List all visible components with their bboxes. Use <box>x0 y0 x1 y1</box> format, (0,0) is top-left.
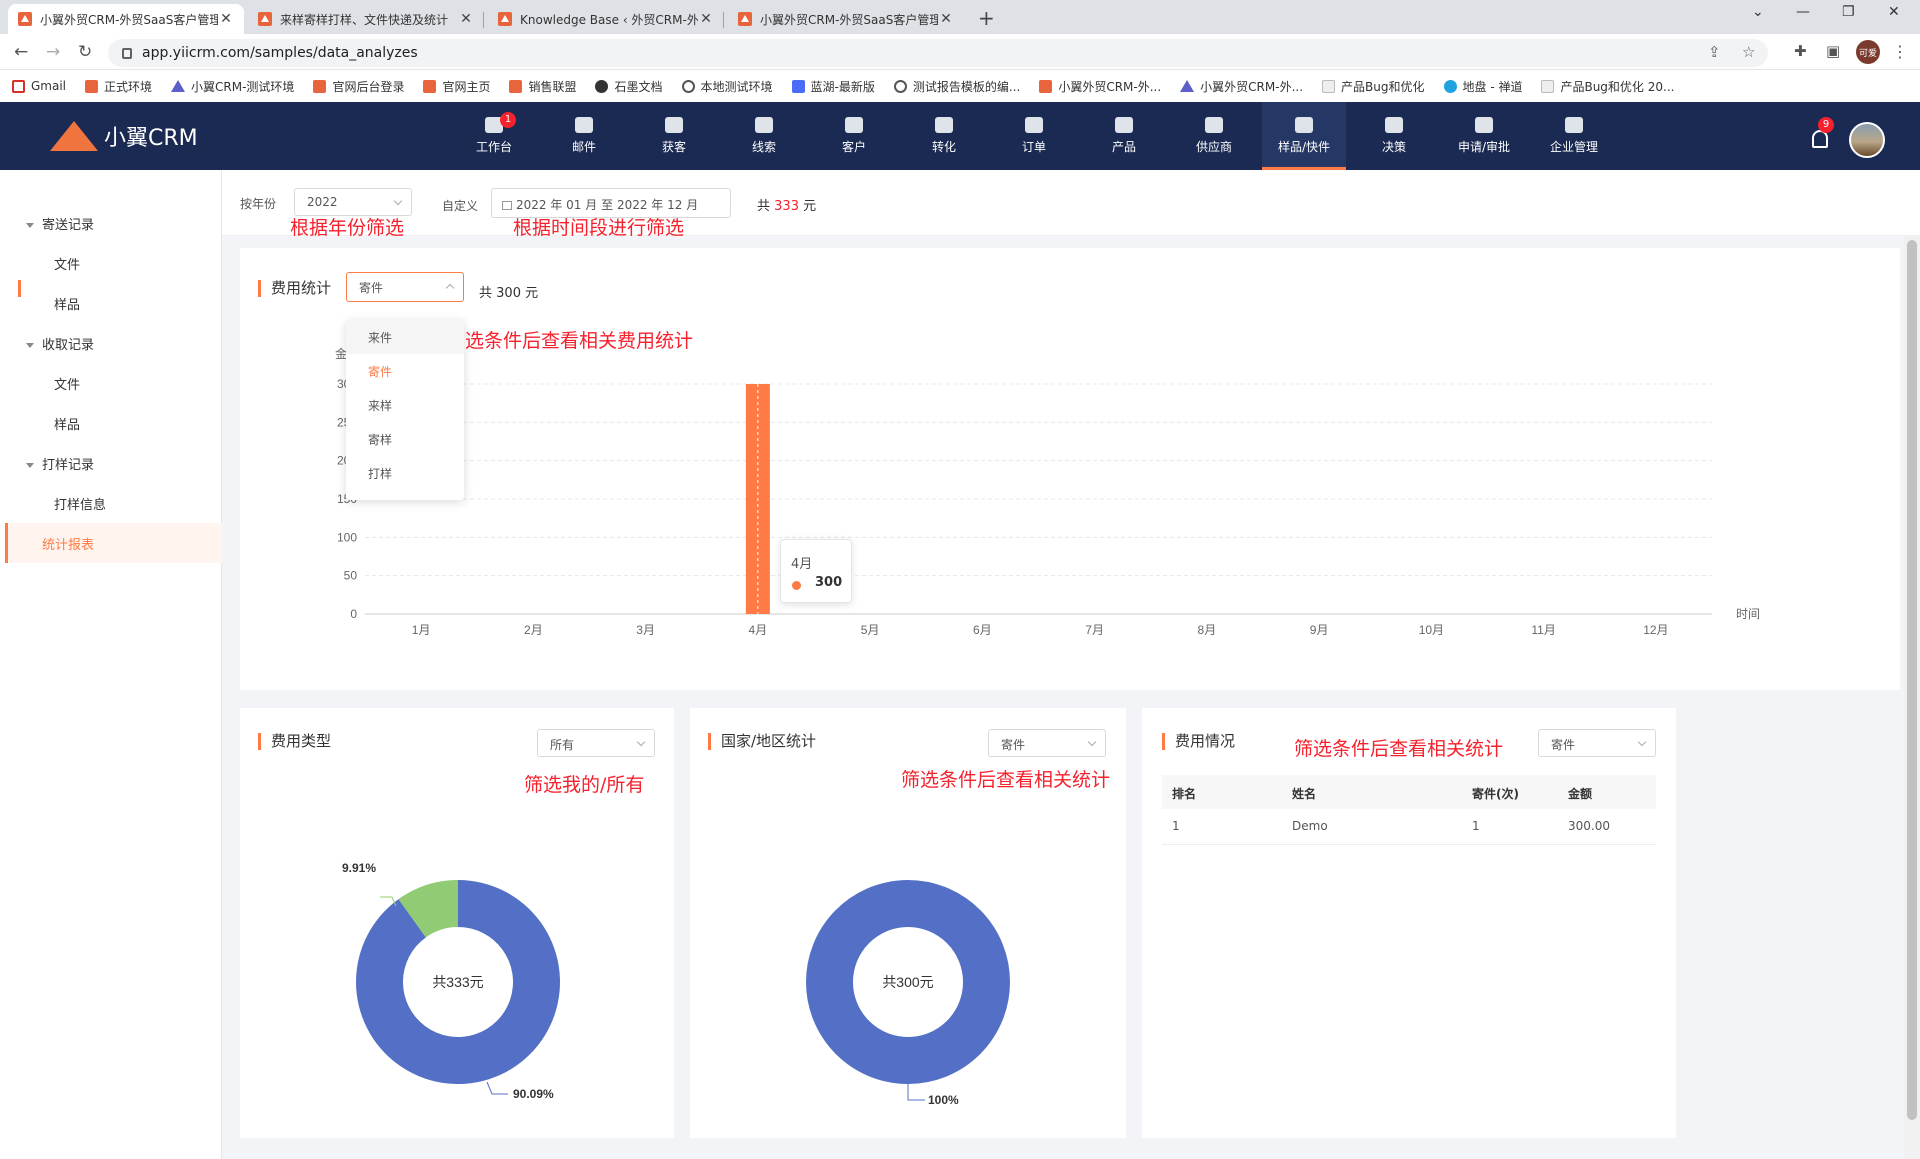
y-tick-label: 50 <box>344 569 358 583</box>
donut-center-label: 共333元 <box>432 974 483 990</box>
x-tick-label: 8月 <box>1198 623 1217 637</box>
dropdown-option[interactable]: 来件 <box>346 320 464 354</box>
table-row[interactable]: 1 Demo 1 300.00 <box>1162 809 1656 845</box>
scrollbar-thumb[interactable] <box>1907 240 1917 1120</box>
chevron-down-icon <box>1637 737 1647 747</box>
dropdown-option[interactable]: 寄样 <box>346 422 464 456</box>
x-tick-label: 1月 <box>412 623 431 637</box>
cost-type-dropdown: 来件 寄件 来样 寄样 打样 <box>346 320 464 500</box>
table-cell: 1 <box>1172 819 1180 833</box>
x-tick-label: 10月 <box>1419 623 1444 637</box>
column-header: 姓名 <box>1292 787 1317 801</box>
donut-center-label: 共300元 <box>882 974 933 990</box>
x-tick-label: 11月 <box>1531 623 1555 637</box>
y-tick-label: 0 <box>350 607 357 621</box>
chart-tooltip: 4月 300 <box>780 539 852 603</box>
country-donut: 共300元 100% <box>806 880 1010 1107</box>
cost-detail-table: 排名 姓名 寄件(次) 金额 1 Demo 1 300.00 <box>1162 775 1656 845</box>
table-header: 排名 姓名 寄件(次) 金额 <box>1162 775 1656 809</box>
column-header: 排名 <box>1172 787 1197 801</box>
column-header: 金额 <box>1568 787 1593 801</box>
x-axis-label: 时间 <box>1736 607 1760 621</box>
cost-detail-title: 费用情况 <box>1162 733 1235 750</box>
label-leader-line <box>486 1081 508 1095</box>
y-tick-label: 100 <box>337 530 357 544</box>
dropdown-option[interactable]: 寄件 <box>346 354 464 388</box>
cost-detail-card <box>1142 708 1676 1138</box>
page-scrollbar[interactable] <box>1904 236 1920 1159</box>
x-tick-label: 5月 <box>861 623 880 637</box>
table-cell: Demo <box>1292 819 1328 833</box>
series-dot-icon <box>792 581 801 590</box>
x-tick-label: 7月 <box>1085 623 1104 637</box>
slice-label: 9.91% <box>342 861 376 875</box>
label-leader-line <box>907 1084 925 1101</box>
cost-detail-select[interactable]: 寄件 <box>1538 729 1656 757</box>
x-tick-label: 6月 <box>973 623 992 637</box>
slice-label: 90.09% <box>513 1087 554 1101</box>
column-header: 寄件(次) <box>1472 787 1519 801</box>
cost-type-donut: 共333元 9.91% 90.09% <box>342 861 560 1101</box>
x-tick-label: 4月 <box>749 623 768 637</box>
dropdown-option[interactable]: 来样 <box>346 388 464 422</box>
table-cell: 1 <box>1472 819 1480 833</box>
dropdown-option[interactable]: 打样 <box>346 456 464 490</box>
slice-label: 100% <box>928 1093 959 1107</box>
annotation-cost-detail: 筛选条件后查看相关统计 <box>1294 738 1504 760</box>
x-tick-label: 2月 <box>524 623 543 637</box>
x-tick-label: 3月 <box>636 623 655 637</box>
x-tick-label: 9月 <box>1310 623 1329 637</box>
x-tick-label: 12月 <box>1643 623 1668 637</box>
table-cell: 300.00 <box>1568 819 1610 833</box>
